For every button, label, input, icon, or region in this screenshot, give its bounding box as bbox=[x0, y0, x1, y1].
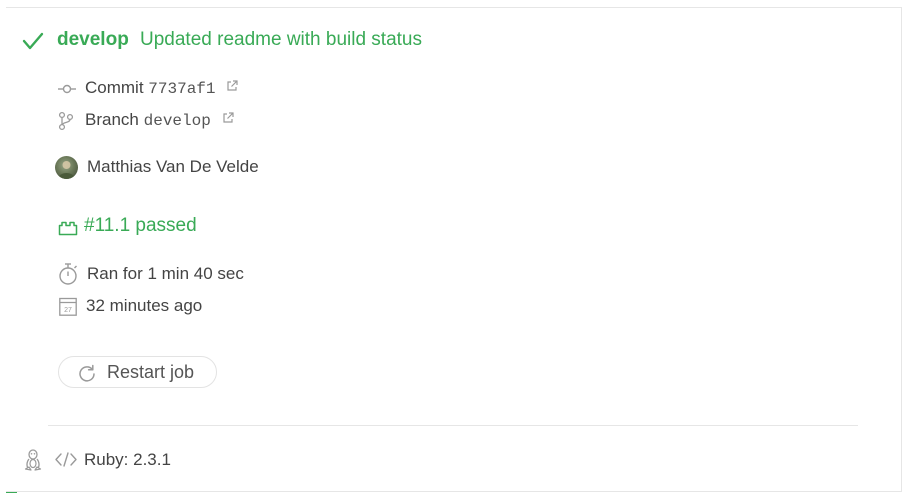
commit-message-link[interactable]: Updated readme with build status bbox=[140, 29, 422, 51]
code-icon bbox=[55, 452, 77, 467]
finished-ago-text: 32 minutes ago bbox=[86, 296, 203, 315]
author-name: Matthias Van De Velde bbox=[87, 157, 259, 176]
avatar-image bbox=[58, 161, 75, 179]
avatar bbox=[55, 156, 78, 179]
divider bbox=[48, 425, 858, 426]
linux-icon bbox=[24, 449, 42, 471]
stopwatch-icon bbox=[59, 263, 77, 285]
calendar-icon: 27 bbox=[59, 297, 77, 316]
commit-label: Commit bbox=[85, 78, 144, 97]
restart-icon bbox=[79, 364, 95, 382]
duration-text: Ran for 1 min 40 sec bbox=[87, 264, 244, 283]
check-icon bbox=[22, 32, 44, 50]
restart-job-button[interactable]: Restart job bbox=[58, 356, 217, 388]
branch-label: Branch bbox=[85, 110, 139, 129]
commit-row[interactable]: Commit 7737af1 bbox=[85, 78, 238, 98]
external-link-icon[interactable] bbox=[226, 80, 238, 92]
branch-name-link[interactable]: develop bbox=[57, 29, 129, 51]
branch-icon bbox=[58, 111, 74, 131]
restart-job-label: Restart job bbox=[107, 362, 195, 382]
calendar-day: 27 bbox=[64, 307, 72, 314]
build-status-link[interactable]: #11.1 passed bbox=[84, 215, 197, 237]
branch-ref: develop bbox=[143, 112, 211, 130]
branch-row[interactable]: Branch develop bbox=[85, 110, 234, 130]
external-link-icon[interactable] bbox=[222, 112, 234, 124]
language-text: Ruby: 2.3.1 bbox=[84, 450, 171, 469]
build-icon bbox=[58, 221, 78, 236]
commit-icon bbox=[58, 84, 76, 94]
commit-sha: 7737af1 bbox=[148, 80, 216, 98]
